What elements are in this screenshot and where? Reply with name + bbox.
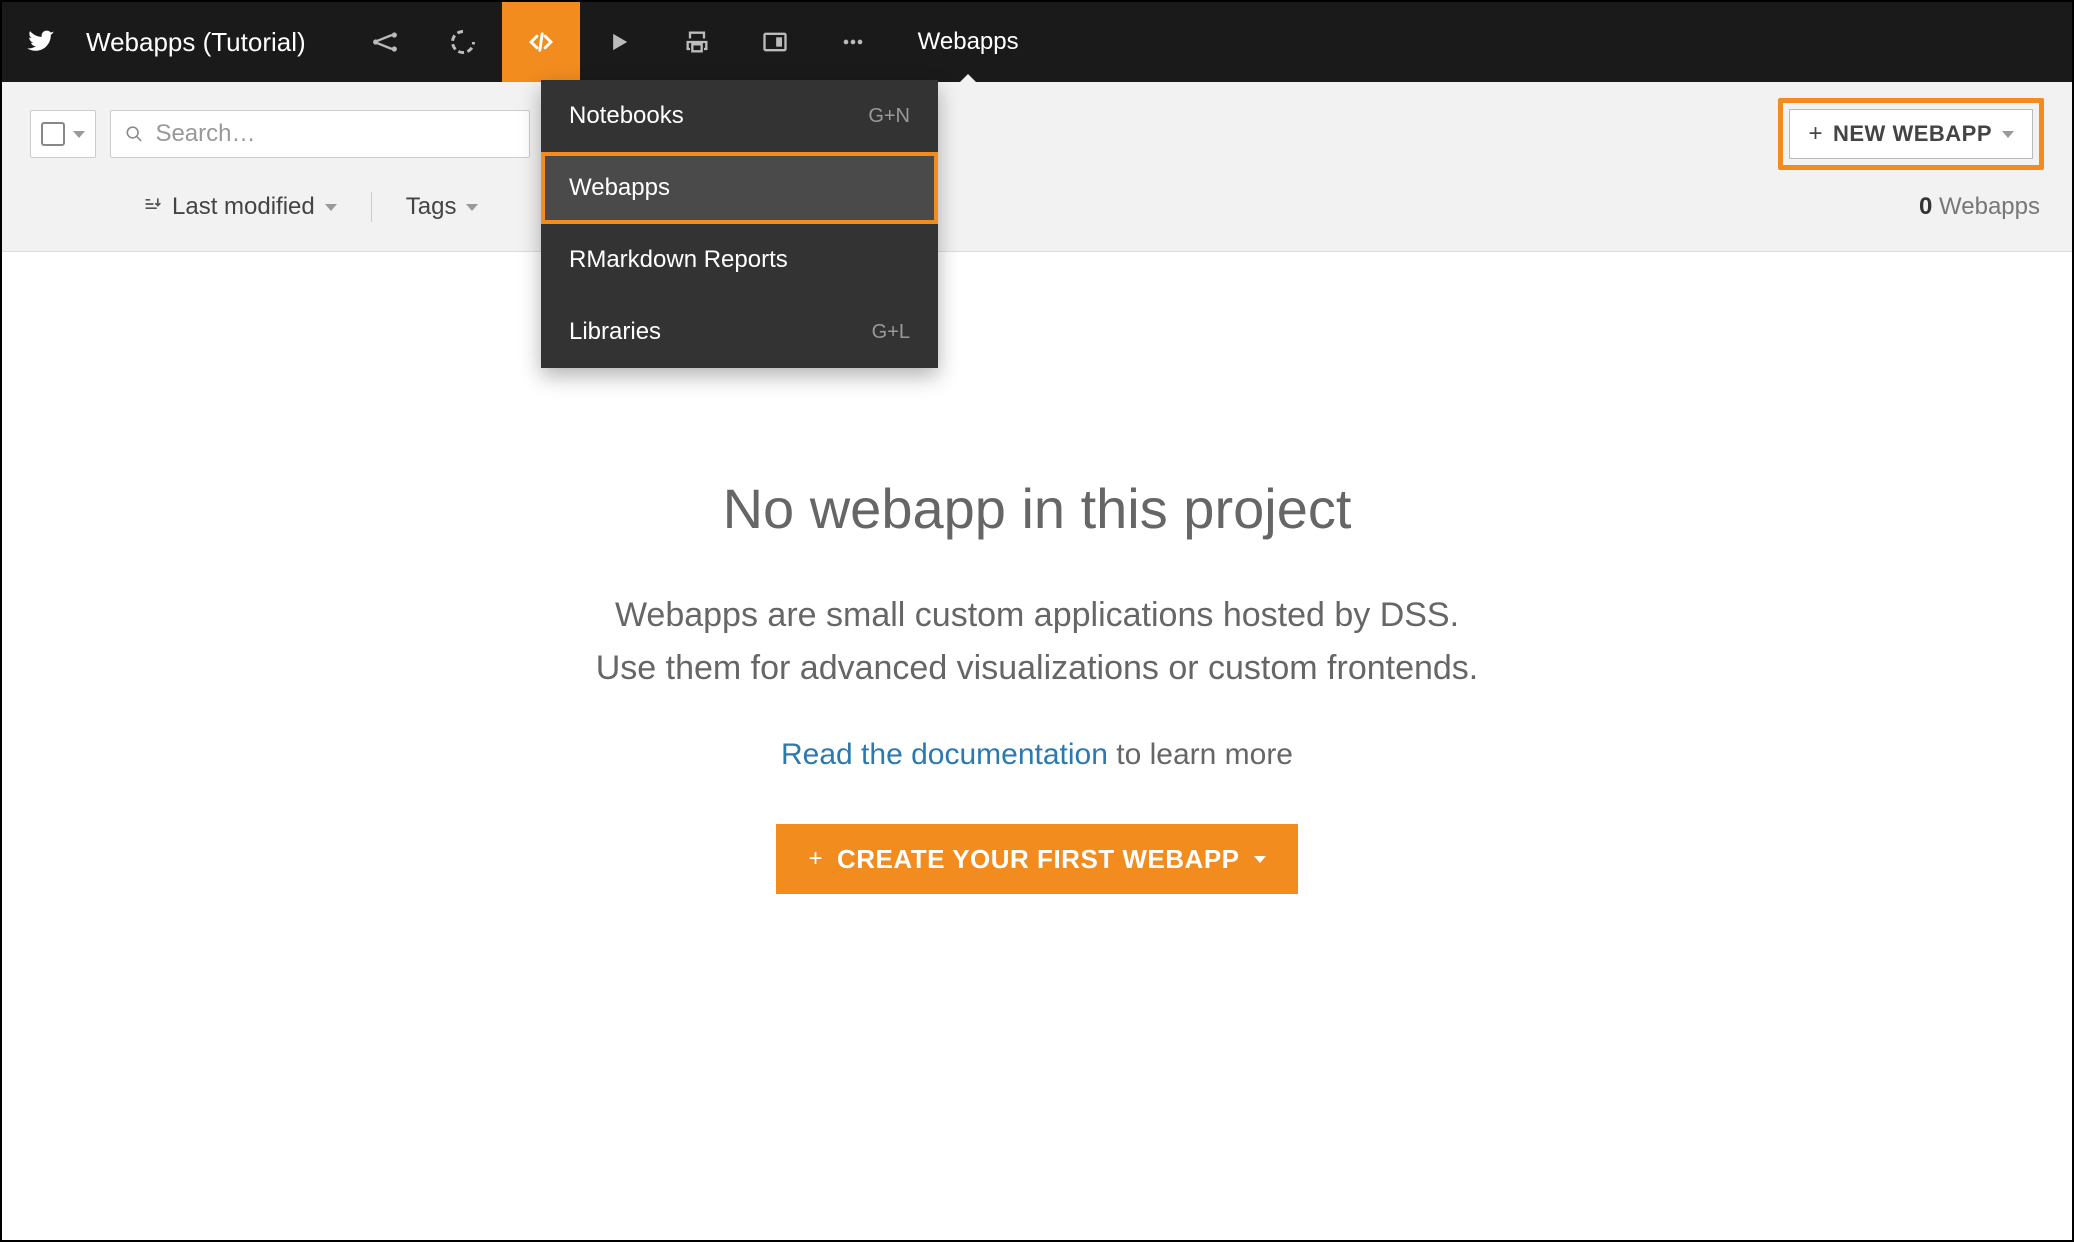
nav-flow-icon[interactable] [346, 2, 424, 82]
search-input[interactable] [155, 120, 515, 148]
new-webapp-button[interactable]: + NEW WEBAPP [1789, 109, 2033, 159]
tags-label: Tags [406, 193, 457, 221]
empty-heading: No webapp in this project [2, 476, 2072, 541]
nav-dashboard-icon[interactable] [736, 2, 814, 82]
search-icon [125, 124, 143, 144]
chevron-down-icon [73, 131, 85, 138]
section-name: Webapps [918, 28, 1019, 56]
dropdown-item-label: Notebooks [569, 102, 684, 130]
sort-control[interactable]: Last modified [142, 193, 337, 221]
doc-line: Read the documentation to learn more [2, 738, 2072, 772]
code-dropdown-menu: Notebooks G+N Webapps RMarkdown Reports … [541, 80, 938, 368]
checkbox-icon [41, 122, 65, 146]
tags-control[interactable]: Tags [406, 193, 479, 221]
empty-state: No webapp in this project Webapps are sm… [2, 252, 2072, 894]
nav-circle-icon[interactable] [424, 2, 502, 82]
nav-icon-row [346, 2, 892, 82]
nav-play-icon[interactable] [580, 2, 658, 82]
select-all-combo[interactable] [30, 110, 96, 158]
divider [371, 192, 372, 222]
bird-icon [23, 25, 57, 59]
dropdown-item-rmarkdown[interactable]: RMarkdown Reports [541, 224, 938, 296]
create-first-webapp-button[interactable]: + CREATE YOUR FIRST WEBAPP [776, 824, 1297, 894]
dropdown-item-label: Webapps [569, 174, 670, 202]
nav-code-icon[interactable] [502, 2, 580, 82]
dropdown-shortcut: G+N [868, 105, 910, 128]
plus-icon: + [808, 845, 823, 873]
sort-icon [142, 193, 162, 221]
create-button-label: CREATE YOUR FIRST WEBAPP [837, 844, 1240, 875]
doc-link[interactable]: Read the documentation [781, 738, 1108, 771]
chevron-down-icon [1254, 856, 1266, 863]
dropdown-item-label: RMarkdown Reports [569, 246, 788, 274]
item-count: 0 Webapps [1919, 193, 2044, 221]
dropdown-item-libraries[interactable]: Libraries G+L [541, 296, 938, 368]
filter-bar: + NEW WEBAPP Last modified Tags 0 Webapp… [2, 82, 2072, 252]
nav-print-icon[interactable] [658, 2, 736, 82]
search-box[interactable] [110, 110, 530, 158]
dropdown-item-label: Libraries [569, 318, 661, 346]
dropdown-shortcut: G+L [872, 321, 910, 344]
chevron-down-icon [325, 204, 337, 211]
dropdown-item-notebooks[interactable]: Notebooks G+N [541, 80, 938, 152]
chevron-down-icon [2002, 131, 2014, 138]
empty-description: Webapps are small custom applications ho… [2, 589, 2072, 694]
app-logo[interactable] [18, 25, 62, 59]
project-title[interactable]: Webapps (Tutorial) [86, 27, 306, 58]
new-webapp-label: NEW WEBAPP [1833, 121, 1992, 147]
top-nav-bar: Webapps (Tutorial) Webapps [2, 2, 2072, 82]
nav-more-icon[interactable] [814, 2, 892, 82]
dropdown-item-webapps[interactable]: Webapps [541, 152, 938, 224]
sort-label: Last modified [172, 193, 315, 221]
chevron-down-icon [466, 204, 478, 211]
new-webapp-highlight: + NEW WEBAPP [1778, 98, 2044, 170]
plus-icon: + [1808, 120, 1823, 148]
